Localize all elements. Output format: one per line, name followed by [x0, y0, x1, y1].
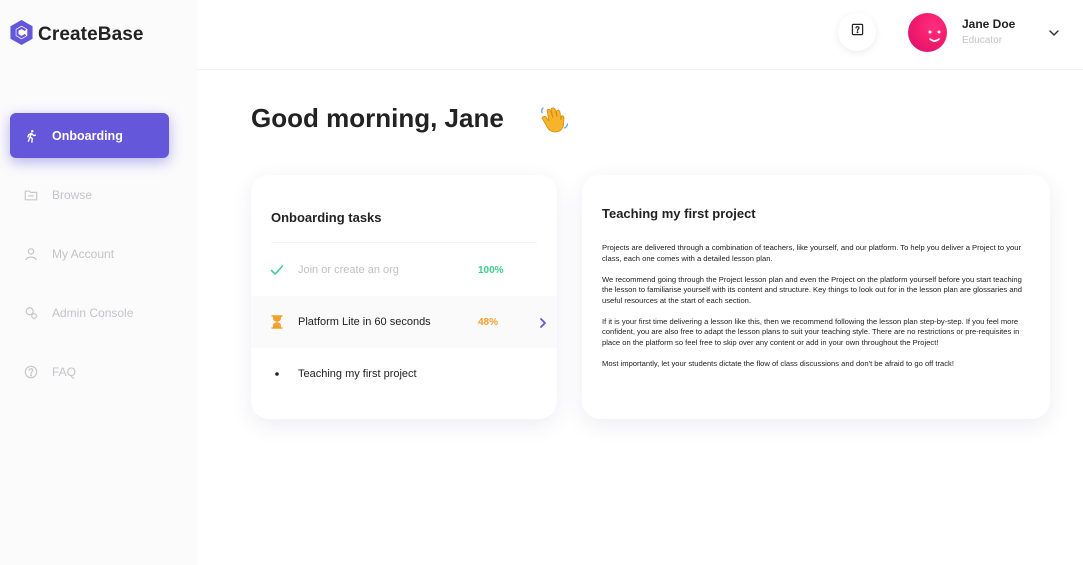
hourglass-icon	[270, 315, 284, 329]
sidebar-item-faq[interactable]: FAQ	[10, 349, 169, 394]
task-label: Platform Lite in 60 seconds	[298, 316, 431, 328]
divider	[271, 242, 537, 243]
task-label: Join or create an org	[298, 264, 399, 276]
top-bar: Jane Doe Educator	[197, 0, 1083, 70]
user-role: Educator	[962, 35, 1003, 46]
folder-icon	[23, 187, 39, 203]
user-icon	[23, 246, 39, 262]
question-circle-icon	[23, 364, 39, 380]
user-name: Jane Doe	[962, 17, 1016, 31]
chevron-right-icon[interactable]	[538, 316, 548, 328]
sidebar-item-onboarding[interactable]: Onboarding	[10, 113, 169, 158]
task-percent: 100%	[478, 264, 504, 276]
gear-person-icon	[23, 305, 39, 321]
page-title: Good morning, Jane	[251, 103, 504, 133]
bullet-dot-icon	[270, 367, 284, 381]
task-percent: 48%	[478, 316, 499, 328]
paragraph: Most importantly, let your students dict…	[602, 358, 954, 368]
task-label: Teaching my first project	[298, 368, 417, 380]
onboarding-tasks-card: Onboarding tasks Join or create an org 1…	[251, 175, 557, 419]
sidebar-item-label: FAQ	[52, 364, 77, 379]
task-row-join-org[interactable]: Join or create an org 100%	[251, 244, 557, 296]
help-button[interactable]	[838, 13, 876, 51]
project-card-body: Projects are delivered through a combina…	[602, 243, 1032, 380]
avatar[interactable]	[908, 13, 947, 52]
logo[interactable]: CreateBase	[9, 19, 144, 51]
createbase-logo-icon	[9, 19, 34, 51]
sidebar: CreateBase Onboarding Browse My Account …	[0, 0, 197, 565]
paragraph: Projects are delivered through a combina…	[602, 243, 1022, 263]
app-root: CreateBase Onboarding Browse My Account …	[0, 0, 1083, 565]
sidebar-item-label: Onboarding	[52, 128, 123, 143]
project-card-title: Teaching my first project	[602, 206, 756, 221]
app-name: CreateBase	[38, 24, 144, 45]
sidebar-item-browse[interactable]: Browse	[10, 172, 169, 217]
paragraph: If it is your first time delivering a le…	[602, 316, 1020, 347]
tasks-card-title: Onboarding tasks	[271, 210, 382, 225]
sidebar-item-label: My Account	[52, 246, 115, 261]
sidebar-item-label: Browse	[52, 187, 93, 202]
project-info-card: Teaching my first project Projects are d…	[582, 175, 1050, 419]
sidebar-item-label: Admin Console	[52, 305, 134, 320]
task-row-platform-lite[interactable]: Platform Lite in 60 seconds 48%	[251, 296, 557, 348]
sidebar-item-my-account[interactable]: My Account	[10, 231, 169, 276]
task-row-teaching-first-project[interactable]: Teaching my first project	[251, 348, 557, 400]
walking-person-icon	[23, 128, 39, 144]
checkmark-icon	[270, 263, 284, 277]
help-box-icon	[851, 23, 864, 41]
waving-hand-icon	[538, 103, 570, 135]
paragraph: We recommend going through the Project l…	[602, 274, 1022, 305]
chevron-down-icon[interactable]	[1048, 26, 1060, 38]
sidebar-item-admin-console[interactable]: Admin Console	[10, 290, 169, 335]
